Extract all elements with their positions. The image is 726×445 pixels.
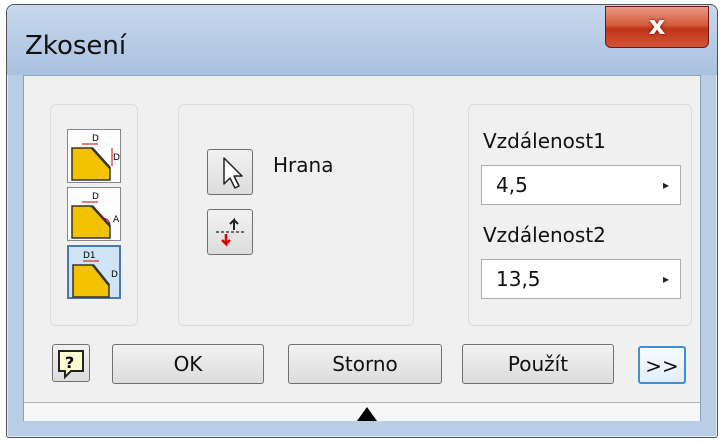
cursor-arrow-icon bbox=[223, 157, 243, 189]
flip-direction-icon bbox=[216, 217, 244, 248]
distance-chamfer-icon: D D bbox=[71, 134, 120, 181]
edge-label: Hrana bbox=[273, 153, 334, 177]
ok-button[interactable]: OK bbox=[112, 344, 264, 384]
svg-text:A: A bbox=[113, 215, 120, 225]
flip-direction-button[interactable] bbox=[207, 209, 253, 255]
dialog-expander-bar[interactable] bbox=[24, 402, 700, 421]
distance1-field[interactable]: ▸ bbox=[481, 165, 681, 205]
chamfer-type-group: D D D A D1 D bbox=[50, 104, 138, 326]
edge-selection-group: Hrana bbox=[178, 104, 414, 326]
title-bar[interactable]: Zkosení x bbox=[7, 5, 717, 75]
svg-text:D: D bbox=[113, 153, 120, 163]
svg-text:D: D bbox=[111, 270, 118, 280]
distance1-menu-arrow-icon[interactable]: ▸ bbox=[652, 166, 680, 204]
distance2-menu-arrow-icon[interactable]: ▸ bbox=[652, 260, 680, 298]
help-button[interactable]: ? bbox=[52, 344, 90, 382]
svg-text:D: D bbox=[92, 192, 99, 202]
distance-angle-chamfer-button[interactable]: D A bbox=[67, 187, 121, 241]
apply-button[interactable]: Použít bbox=[462, 344, 614, 384]
svg-text:D1: D1 bbox=[83, 251, 96, 261]
dialog-window: Zkosení x D D D A D1 D Hrana Vzdálenost1… bbox=[6, 4, 718, 438]
distance1-input[interactable] bbox=[482, 166, 644, 204]
window-title: Zkosení bbox=[25, 31, 127, 61]
more-options-button[interactable]: >> bbox=[638, 346, 686, 384]
close-button[interactable]: x bbox=[605, 6, 709, 48]
distance2-input[interactable] bbox=[482, 260, 644, 298]
distance-chamfer-button[interactable]: D D bbox=[67, 129, 121, 183]
dialog-client-area: D D D A D1 D Hrana Vzdálenost1 4,5 ▸ Vzd… bbox=[23, 75, 701, 421]
distance-angle-chamfer-icon: D A bbox=[71, 192, 120, 239]
distance1-label: Vzdálenost1 bbox=[483, 129, 606, 153]
distance2-label: Vzdálenost2 bbox=[483, 223, 606, 247]
close-icon: x bbox=[648, 11, 666, 41]
distance2-field[interactable]: ▸ bbox=[481, 259, 681, 299]
help-icon: ? bbox=[58, 350, 84, 380]
expand-up-icon[interactable] bbox=[357, 407, 377, 421]
svg-text:?: ? bbox=[65, 353, 74, 372]
svg-text:D: D bbox=[92, 134, 99, 144]
distance-group: Vzdálenost1 ▸ Vzdálenost2 ▸ bbox=[468, 104, 692, 326]
edge-select-button[interactable] bbox=[207, 149, 253, 195]
two-distance-chamfer-icon: D1 D bbox=[72, 251, 118, 298]
cancel-button[interactable]: Storno bbox=[288, 344, 442, 384]
two-distance-chamfer-button[interactable]: D1 D bbox=[67, 245, 121, 299]
